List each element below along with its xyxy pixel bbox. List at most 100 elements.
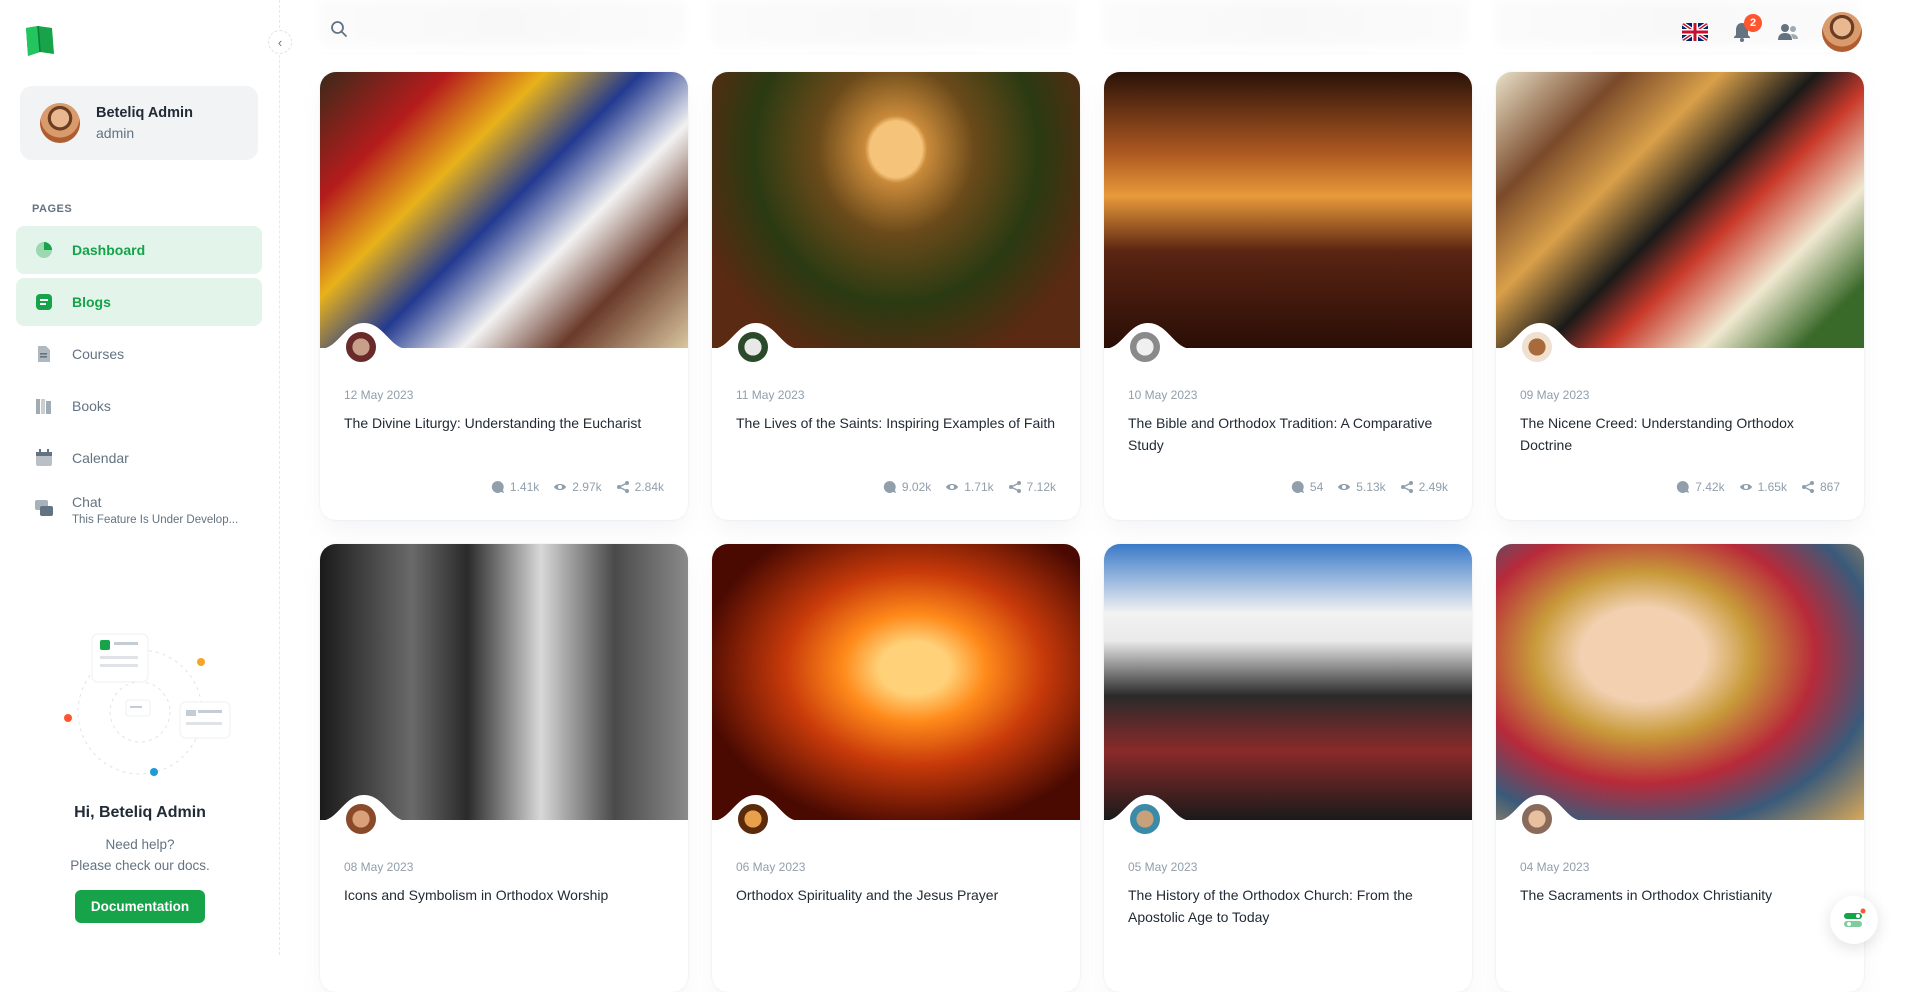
help-greeting: Hi, Beteliq Admin: [74, 804, 206, 821]
post-date: 06 May 2023: [736, 860, 806, 874]
account-role: admin: [96, 125, 135, 141]
blog-cover-image[interactable]: [1104, 72, 1472, 349]
author-avatar[interactable]: [1128, 330, 1162, 364]
books-icon: [36, 399, 51, 414]
post-title[interactable]: The Bible and Orthodox Tradition: A Comp…: [1128, 412, 1448, 456]
comments-stat: 54: [1291, 480, 1323, 494]
notification-badge: 2: [1744, 14, 1762, 32]
nav-item-label: Calendar: [72, 450, 129, 466]
post-stats: 7.42k 1.65k 867: [1676, 480, 1840, 494]
eye-icon: [946, 484, 959, 490]
comments-stat: 7.42k: [1676, 480, 1725, 494]
post-title[interactable]: The Lives of the Saints: Inspiring Examp…: [736, 412, 1056, 434]
blog-card[interactable]: 10 May 2023 The Bible and Orthodox Tradi…: [1104, 72, 1472, 520]
blog-card[interactable]: 04 May 2023 The Sacraments in Orthodox C…: [1496, 544, 1864, 992]
post-title[interactable]: The Sacraments in Orthodox Christianity: [1520, 884, 1840, 906]
contacts-icon[interactable]: [1776, 20, 1800, 44]
shares-count: 867: [1819, 480, 1840, 494]
calendar-icon: [36, 449, 52, 466]
author-avatar[interactable]: [1520, 330, 1554, 364]
shares-count: 2.49k: [1418, 480, 1448, 494]
author-avatar[interactable]: [1520, 802, 1554, 836]
post-title[interactable]: The History of the Orthodox Church: From…: [1128, 884, 1448, 928]
settings-fab[interactable]: [1830, 896, 1878, 944]
comments-stat: 9.02k: [883, 480, 931, 494]
post-date: 05 May 2023: [1128, 860, 1198, 874]
eye-icon: [1739, 484, 1752, 490]
help-text: Need help? Please check our docs.: [20, 834, 260, 876]
blog-cover-image[interactable]: [712, 544, 1080, 821]
help-line-2: Please check our docs.: [70, 858, 210, 873]
nav-item-books[interactable]: Books: [16, 382, 262, 430]
eye-icon: [554, 484, 567, 490]
post-stats: 54 5.13k 2.49k: [1291, 480, 1448, 494]
share-icon: [1400, 481, 1413, 493]
blog-card[interactable]: 09 May 2023 The Nicene Creed: Understand…: [1496, 72, 1864, 520]
comment-icon: [883, 480, 896, 493]
comments-stat: 1.41k: [491, 480, 539, 494]
help-card: Hi, Beteliq Admin Need help? Please chec…: [20, 620, 260, 923]
views-count: 1.71k: [964, 480, 994, 494]
documentation-button[interactable]: Documentation: [74, 890, 206, 923]
author-avatar[interactable]: [344, 330, 378, 364]
comments-count: 9.02k: [901, 480, 932, 494]
post-date: 10 May 2023: [1128, 388, 1198, 402]
post-stats: 1.41k 2.97k 2.84k: [491, 480, 664, 494]
blog-cover-image[interactable]: [1104, 544, 1472, 821]
help-line-1: Need help?: [105, 837, 175, 852]
post-title[interactable]: Icons and Symbolism in Orthodox Worship: [344, 884, 664, 906]
shares-stat: 867: [1801, 480, 1840, 494]
help-illustration: [40, 620, 240, 780]
views-stat: 2.97k: [553, 480, 602, 494]
author-avatar[interactable]: [344, 802, 378, 836]
comment-icon: [491, 480, 504, 493]
blog-card[interactable]: 05 May 2023 The History of the Orthodox …: [1104, 544, 1472, 992]
blog-cover-image[interactable]: [320, 72, 688, 349]
shares-count: 2.84k: [634, 480, 664, 494]
shares-stat: 2.49k: [1400, 480, 1448, 494]
app-logo[interactable]: [24, 24, 56, 58]
author-avatar[interactable]: [736, 802, 770, 836]
post-title[interactable]: The Nicene Creed: Understanding Orthodox…: [1520, 412, 1840, 456]
account-card[interactable]: Beteliq Admin admin: [20, 86, 258, 160]
blog-card[interactable]: 08 May 2023 Icons and Symbolism in Ortho…: [320, 544, 688, 992]
post-title[interactable]: Orthodox Spirituality and the Jesus Pray…: [736, 884, 1056, 906]
comment-icon: [1677, 480, 1690, 493]
collapse-sidebar-button[interactable]: ‹: [268, 30, 292, 54]
nav-item-dashboard[interactable]: Dashboard: [16, 226, 262, 274]
nav-subheader: PAGES: [32, 203, 73, 215]
nav-item-label: Blogs: [72, 294, 111, 310]
post-title[interactable]: The Divine Liturgy: Understanding the Eu…: [344, 412, 664, 434]
search-icon[interactable]: [330, 20, 348, 38]
courses-icon: [38, 346, 50, 362]
post-date: 04 May 2023: [1520, 860, 1590, 874]
nav-item-label: Dashboard: [72, 242, 146, 258]
nav-item-label: Courses: [72, 346, 125, 362]
blog-cover-image[interactable]: [1496, 72, 1864, 349]
comments-count: 7.42k: [1695, 480, 1725, 494]
notifications-button[interactable]: 2: [1730, 14, 1762, 44]
settings-toggle-icon: [1844, 908, 1866, 927]
comments-count: 54: [1309, 480, 1324, 494]
account-name: Beteliq Admin: [96, 105, 193, 121]
nav-item-courses[interactable]: Courses: [16, 330, 262, 378]
views-stat: 5.13k: [1337, 480, 1386, 494]
nav-item-blogs[interactable]: Blogs: [16, 278, 262, 326]
blog-card[interactable]: 11 May 2023 The Lives of the Saints: Ins…: [712, 72, 1080, 520]
post-date: 08 May 2023: [344, 860, 414, 874]
uk-flag-icon[interactable]: [1682, 23, 1708, 41]
blog-card[interactable]: 12 May 2023 The Divine Liturgy: Understa…: [320, 72, 688, 520]
blog-card[interactable]: 06 May 2023 Orthodox Spirituality and th…: [712, 544, 1080, 992]
blog-cover-image[interactable]: [320, 544, 688, 821]
nav-item-calendar[interactable]: Calendar: [16, 434, 262, 482]
blog-cover-image[interactable]: [712, 72, 1080, 349]
shares-count: 7.12k: [1026, 480, 1056, 494]
author-avatar[interactable]: [1128, 802, 1162, 836]
nav-item-chat[interactable]: Chat This Feature Is Under Develop...: [16, 486, 262, 542]
account-avatar-button[interactable]: [1822, 12, 1862, 52]
author-avatar[interactable]: [736, 330, 770, 364]
views-stat: 1.65k: [1739, 480, 1787, 494]
chevron-left-icon: ‹: [277, 34, 283, 50]
blog-cover-image[interactable]: [1496, 544, 1864, 821]
views-count: 2.97k: [572, 480, 602, 494]
